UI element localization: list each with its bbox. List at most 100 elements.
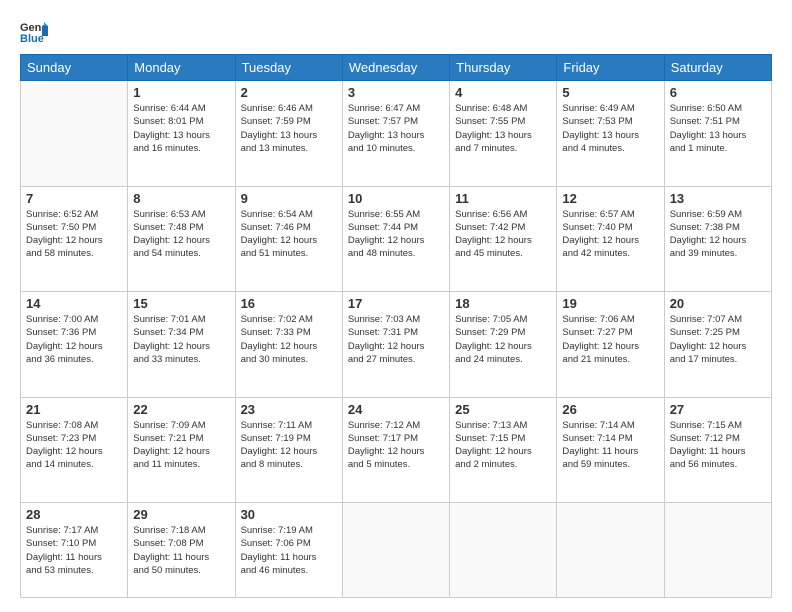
- col-header-wednesday: Wednesday: [342, 55, 449, 81]
- day-info: Sunrise: 7:08 AM Sunset: 7:23 PM Dayligh…: [26, 419, 122, 472]
- calendar-cell: 25 Sunrise: 7:13 AM Sunset: 7:15 PM Dayli…: [450, 397, 557, 503]
- day-number: 30: [241, 507, 337, 522]
- col-header-friday: Friday: [557, 55, 664, 81]
- day-number: 26: [562, 402, 658, 417]
- day-number: 6: [670, 85, 766, 100]
- day-number: 17: [348, 296, 444, 311]
- col-header-sunday: Sunday: [21, 55, 128, 81]
- calendar-cell: 17 Sunrise: 7:03 AM Sunset: 7:31 PM Dayli…: [342, 292, 449, 398]
- calendar-cell: 9 Sunrise: 6:54 AM Sunset: 7:46 PM Daylig…: [235, 186, 342, 292]
- day-info: Sunrise: 6:48 AM Sunset: 7:55 PM Dayligh…: [455, 102, 551, 155]
- calendar-cell: 19 Sunrise: 7:06 AM Sunset: 7:27 PM Dayli…: [557, 292, 664, 398]
- calendar-cell: [664, 503, 771, 598]
- day-info: Sunrise: 7:17 AM Sunset: 7:10 PM Dayligh…: [26, 524, 122, 577]
- day-info: Sunrise: 7:07 AM Sunset: 7:25 PM Dayligh…: [670, 313, 766, 366]
- day-number: 25: [455, 402, 551, 417]
- col-header-tuesday: Tuesday: [235, 55, 342, 81]
- day-info: Sunrise: 7:11 AM Sunset: 7:19 PM Dayligh…: [241, 419, 337, 472]
- calendar-cell: 10 Sunrise: 6:55 AM Sunset: 7:44 PM Dayli…: [342, 186, 449, 292]
- calendar-cell: 4 Sunrise: 6:48 AM Sunset: 7:55 PM Daylig…: [450, 81, 557, 187]
- calendar-cell: [557, 503, 664, 598]
- calendar-cell: 26 Sunrise: 7:14 AM Sunset: 7:14 PM Dayli…: [557, 397, 664, 503]
- day-info: Sunrise: 7:00 AM Sunset: 7:36 PM Dayligh…: [26, 313, 122, 366]
- day-info: Sunrise: 6:53 AM Sunset: 7:48 PM Dayligh…: [133, 208, 229, 261]
- calendar-cell: 14 Sunrise: 7:00 AM Sunset: 7:36 PM Dayli…: [21, 292, 128, 398]
- calendar-cell: 22 Sunrise: 7:09 AM Sunset: 7:21 PM Dayli…: [128, 397, 235, 503]
- day-info: Sunrise: 7:01 AM Sunset: 7:34 PM Dayligh…: [133, 313, 229, 366]
- day-number: 28: [26, 507, 122, 522]
- day-info: Sunrise: 7:13 AM Sunset: 7:15 PM Dayligh…: [455, 419, 551, 472]
- col-header-monday: Monday: [128, 55, 235, 81]
- calendar-cell: 7Sunrise: 6:52 AM Sunset: 7:50 PM Daylig…: [21, 186, 128, 292]
- day-number: 11: [455, 191, 551, 206]
- calendar-cell: 11 Sunrise: 6:56 AM Sunset: 7:42 PM Dayli…: [450, 186, 557, 292]
- logo: General Blue: [20, 18, 48, 46]
- week-row-2: 7Sunrise: 6:52 AM Sunset: 7:50 PM Daylig…: [21, 186, 772, 292]
- day-info: Sunrise: 7:02 AM Sunset: 7:33 PM Dayligh…: [241, 313, 337, 366]
- day-info: Sunrise: 7:12 AM Sunset: 7:17 PM Dayligh…: [348, 419, 444, 472]
- header-row: SundayMondayTuesdayWednesdayThursdayFrid…: [21, 55, 772, 81]
- day-number: 3: [348, 85, 444, 100]
- day-info: Sunrise: 7:03 AM Sunset: 7:31 PM Dayligh…: [348, 313, 444, 366]
- day-number: 8: [133, 191, 229, 206]
- day-info: Sunrise: 6:46 AM Sunset: 7:59 PM Dayligh…: [241, 102, 337, 155]
- day-info: Sunrise: 7:19 AM Sunset: 7:06 PM Dayligh…: [241, 524, 337, 577]
- day-number: 15: [133, 296, 229, 311]
- calendar-cell: 27Sunrise: 7:15 AM Sunset: 7:12 PM Dayli…: [664, 397, 771, 503]
- day-number: 10: [348, 191, 444, 206]
- day-number: 12: [562, 191, 658, 206]
- week-row-3: 14 Sunrise: 7:00 AM Sunset: 7:36 PM Dayli…: [21, 292, 772, 398]
- day-info: Sunrise: 7:09 AM Sunset: 7:21 PM Dayligh…: [133, 419, 229, 472]
- day-number: 4: [455, 85, 551, 100]
- day-number: 9: [241, 191, 337, 206]
- day-number: 16: [241, 296, 337, 311]
- day-info: Sunrise: 6:55 AM Sunset: 7:44 PM Dayligh…: [348, 208, 444, 261]
- calendar-cell: 21 Sunrise: 7:08 AM Sunset: 7:23 PM Dayli…: [21, 397, 128, 503]
- calendar-cell: 30 Sunrise: 7:19 AM Sunset: 7:06 PM Dayli…: [235, 503, 342, 598]
- calendar-cell: 23 Sunrise: 7:11 AM Sunset: 7:19 PM Dayli…: [235, 397, 342, 503]
- calendar-cell: 13 Sunrise: 6:59 AM Sunset: 7:38 PM Dayli…: [664, 186, 771, 292]
- calendar-cell: [342, 503, 449, 598]
- day-info: Sunrise: 6:49 AM Sunset: 7:53 PM Dayligh…: [562, 102, 658, 155]
- day-info: Sunrise: 6:59 AM Sunset: 7:38 PM Dayligh…: [670, 208, 766, 261]
- week-row-4: 21 Sunrise: 7:08 AM Sunset: 7:23 PM Dayli…: [21, 397, 772, 503]
- day-number: 20: [670, 296, 766, 311]
- day-info: Sunrise: 7:18 AM Sunset: 7:08 PM Dayligh…: [133, 524, 229, 577]
- calendar-cell: 28 Sunrise: 7:17 AM Sunset: 7:10 PM Dayli…: [21, 503, 128, 598]
- day-number: 5: [562, 85, 658, 100]
- day-info: Sunrise: 6:54 AM Sunset: 7:46 PM Dayligh…: [241, 208, 337, 261]
- calendar-cell: 6Sunrise: 6:50 AM Sunset: 7:51 PM Daylig…: [664, 81, 771, 187]
- calendar-cell: 29Sunrise: 7:18 AM Sunset: 7:08 PM Dayli…: [128, 503, 235, 598]
- generalblue-logo-icon: General Blue: [20, 18, 48, 46]
- calendar-cell: 5 Sunrise: 6:49 AM Sunset: 7:53 PM Daylig…: [557, 81, 664, 187]
- day-info: Sunrise: 7:14 AM Sunset: 7:14 PM Dayligh…: [562, 419, 658, 472]
- page: General Blue SundayMondayTuesdayWednesda…: [0, 0, 792, 612]
- day-info: Sunrise: 6:44 AM Sunset: 8:01 PM Dayligh…: [133, 102, 229, 155]
- day-info: Sunrise: 6:57 AM Sunset: 7:40 PM Dayligh…: [562, 208, 658, 261]
- day-number: 22: [133, 402, 229, 417]
- day-number: 19: [562, 296, 658, 311]
- day-number: 24: [348, 402, 444, 417]
- calendar-cell: 12 Sunrise: 6:57 AM Sunset: 7:40 PM Dayli…: [557, 186, 664, 292]
- svg-text:Blue: Blue: [20, 33, 44, 45]
- calendar-cell: 18 Sunrise: 7:05 AM Sunset: 7:29 PM Dayli…: [450, 292, 557, 398]
- week-row-5: 28 Sunrise: 7:17 AM Sunset: 7:10 PM Dayli…: [21, 503, 772, 598]
- day-info: Sunrise: 7:05 AM Sunset: 7:29 PM Dayligh…: [455, 313, 551, 366]
- day-number: 1: [133, 85, 229, 100]
- col-header-thursday: Thursday: [450, 55, 557, 81]
- calendar-cell: 8 Sunrise: 6:53 AM Sunset: 7:48 PM Daylig…: [128, 186, 235, 292]
- header: General Blue: [20, 18, 772, 46]
- day-number: 14: [26, 296, 122, 311]
- calendar-cell: 3Sunrise: 6:47 AM Sunset: 7:57 PM Daylig…: [342, 81, 449, 187]
- day-number: 13: [670, 191, 766, 206]
- calendar-cell: 2Sunrise: 6:46 AM Sunset: 7:59 PM Daylig…: [235, 81, 342, 187]
- day-number: 18: [455, 296, 551, 311]
- day-info: Sunrise: 6:56 AM Sunset: 7:42 PM Dayligh…: [455, 208, 551, 261]
- day-number: 21: [26, 402, 122, 417]
- calendar-cell: 20 Sunrise: 7:07 AM Sunset: 7:25 PM Dayli…: [664, 292, 771, 398]
- day-number: 23: [241, 402, 337, 417]
- calendar-cell: [450, 503, 557, 598]
- day-info: Sunrise: 7:06 AM Sunset: 7:27 PM Dayligh…: [562, 313, 658, 366]
- col-header-saturday: Saturday: [664, 55, 771, 81]
- calendar-cell: [21, 81, 128, 187]
